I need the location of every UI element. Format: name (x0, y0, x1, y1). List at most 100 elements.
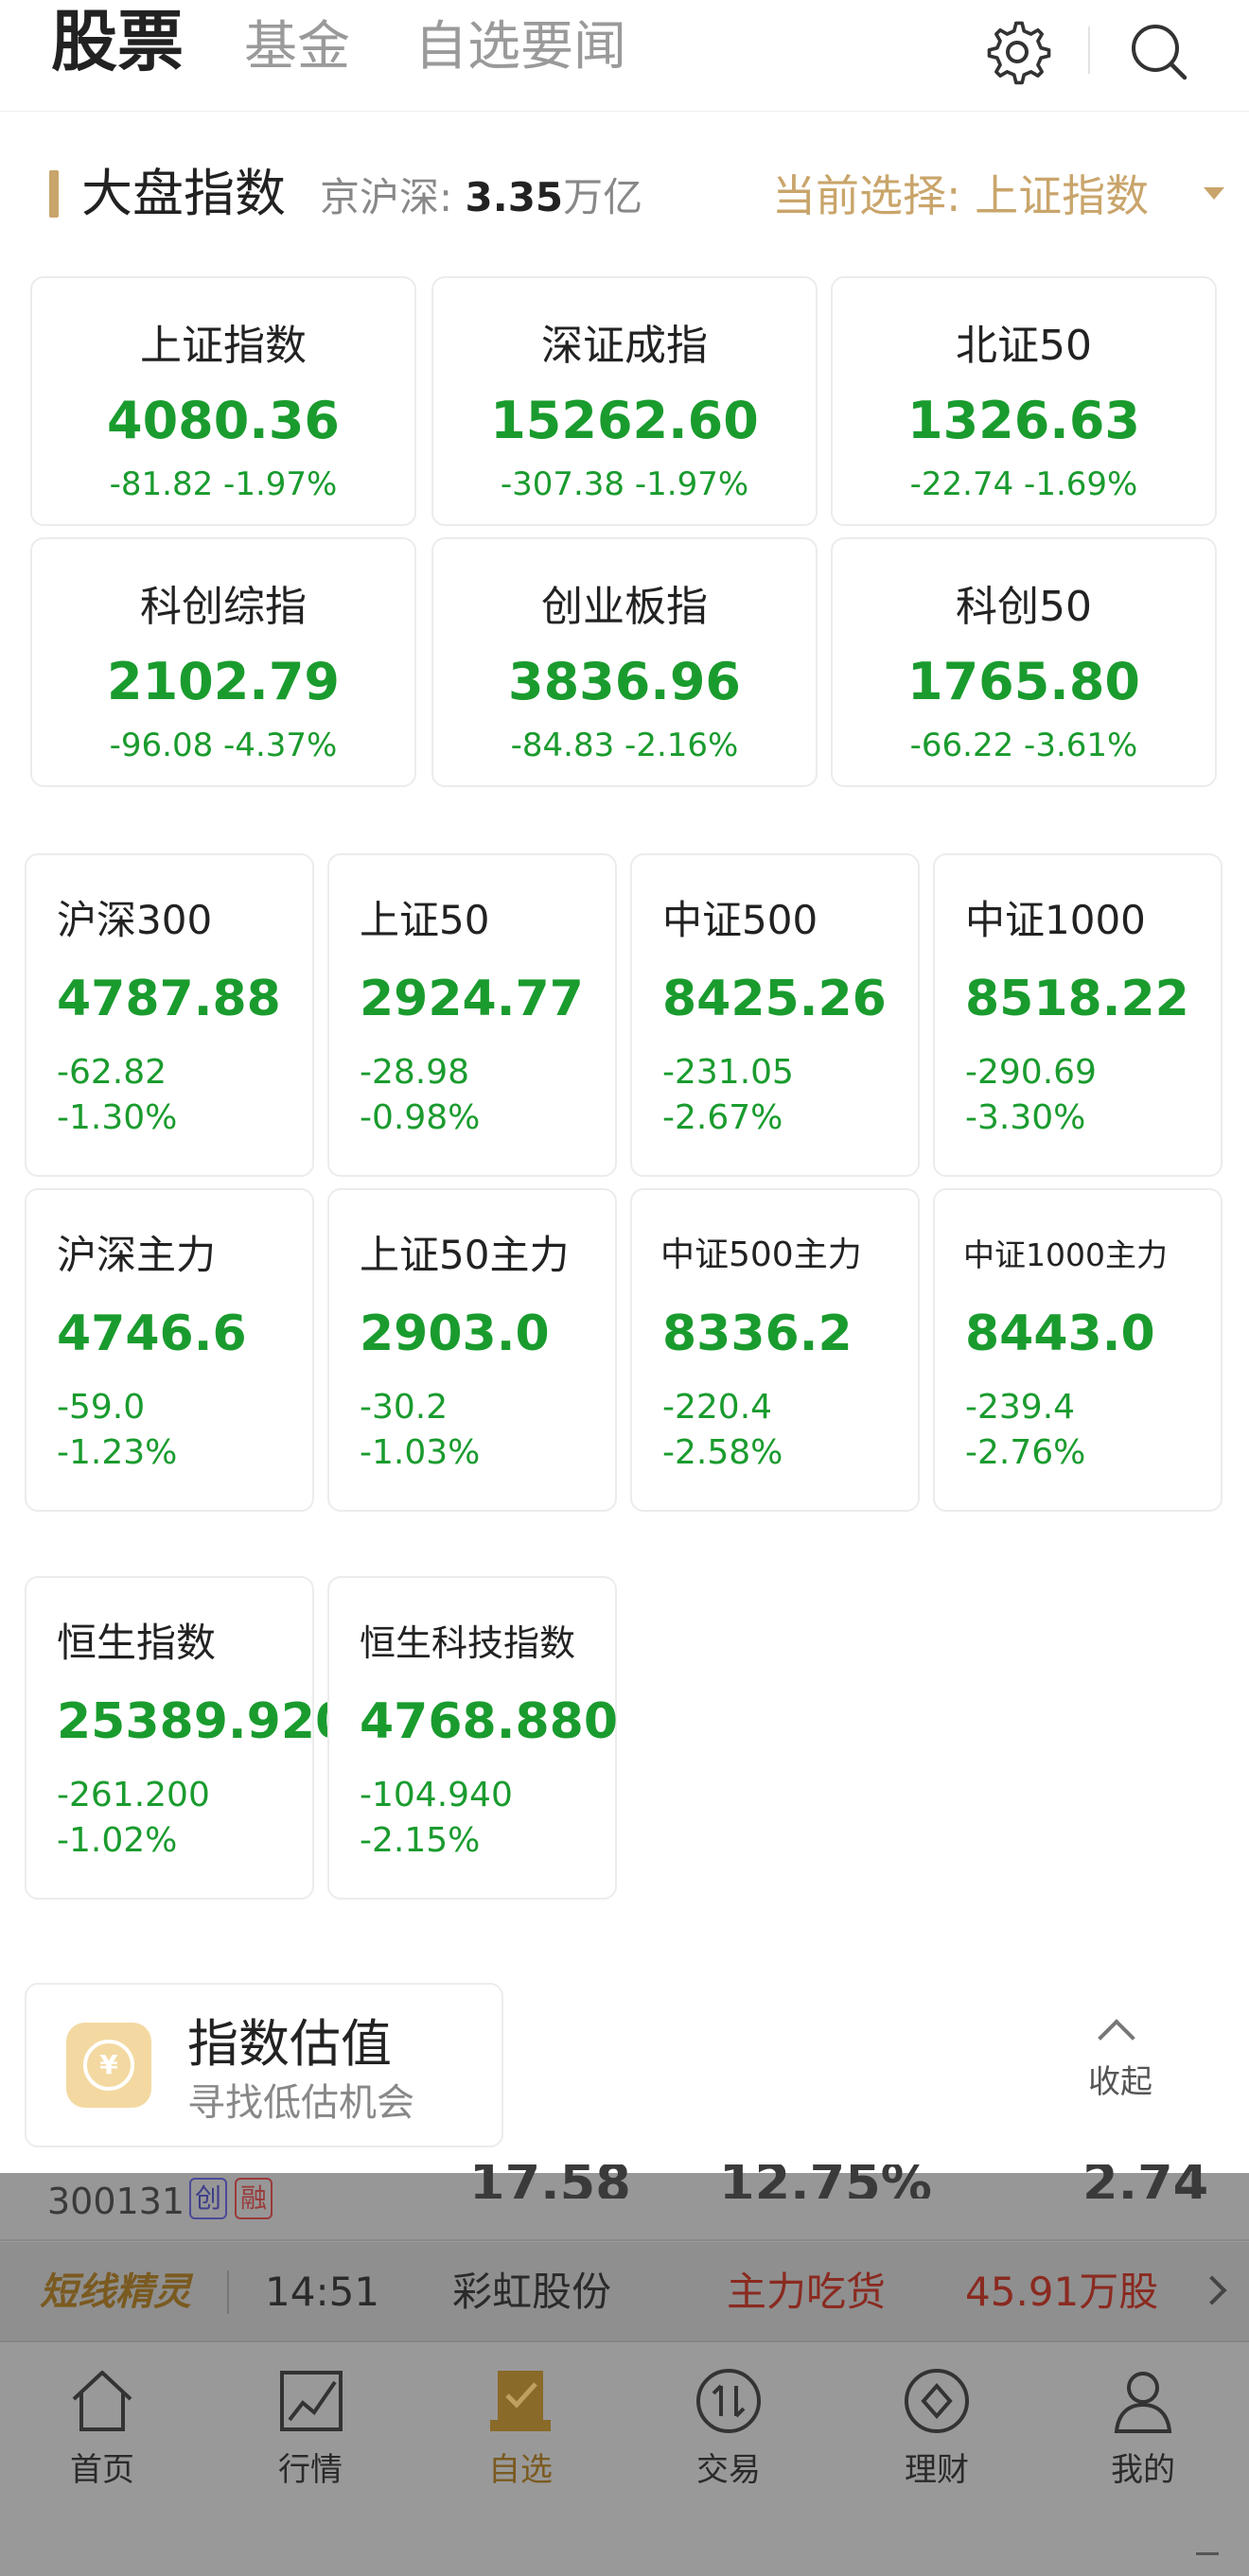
stock-price-partial: 17.58 (469, 2164, 631, 2199)
index-price: 4768.880 (360, 1693, 619, 1750)
index-card-large[interactable]: 深证成指 15262.60 -307.38 -1.97% (431, 276, 818, 526)
index-name: 上证指数 (140, 322, 307, 370)
index-change: -81.82 -1.97% (109, 465, 338, 503)
valuation-title: 指数估值 (187, 2014, 392, 2074)
ticker-time: 14:51 (265, 2269, 380, 2315)
index-change-percent: -1.02% (57, 1821, 178, 1860)
index-change: -30.2 (360, 1388, 449, 1427)
nav-market[interactable]: 行情 (225, 2365, 396, 2507)
margin-tag: 融 (235, 2178, 273, 2219)
search-icon[interactable] (1124, 17, 1194, 87)
collapse-button[interactable]: 收起 (1069, 2019, 1171, 2112)
tab-fund[interactable]: 基金 (244, 11, 350, 83)
index-change-percent: -0.98% (360, 1098, 481, 1137)
index-card-large[interactable]: 上证指数 4080.36 -81.82 -1.97% (30, 276, 416, 526)
index-card[interactable]: 恒生指数 25389.920 -261.200 -1.02% (25, 1576, 349, 1900)
index-change-percent: -2.15% (360, 1821, 481, 1860)
nav-label: 理财 (905, 2451, 969, 2489)
index-card[interactable]: 中证500 8425.26 -231.05 -2.67% (630, 853, 920, 1177)
index-change: -307.38 -1.97% (500, 465, 749, 503)
index-card[interactable]: 中证1000主力 8443.0 -239.4 -2.76% (933, 1188, 1223, 1512)
index-change: -239.4 (965, 1388, 1076, 1427)
index-change-percent: -1.23% (57, 1433, 178, 1472)
index-card[interactable]: 中证500主力 8336.2 -220.4 -2.58% (630, 1188, 920, 1512)
index-price: 1765.80 (907, 652, 1140, 711)
index-change-percent: -1.30% (57, 1098, 178, 1137)
index-card-large[interactable]: 科创50 1765.80 -66.22 -3.61% (831, 537, 1217, 787)
tab-stock[interactable]: 股票 (51, 6, 184, 78)
index-price: 4787.88 (57, 971, 281, 1027)
index-card-large[interactable]: 创业板指 3836.96 -84.83 -2.16% (431, 537, 818, 787)
index-change-percent: -2.67% (662, 1098, 783, 1137)
index-card[interactable]: 中证1000 8518.22 -290.69 -3.30% (933, 853, 1223, 1177)
nav-trade[interactable]: 交易 (643, 2365, 814, 2507)
index-change: -66.22 -3.61% (909, 727, 1138, 764)
index-price: 15262.60 (490, 391, 759, 450)
index-card[interactable]: 上证50主力 2903.0 -30.2 -1.03% (327, 1188, 617, 1512)
index-change: -22.74 -1.69% (909, 465, 1138, 503)
index-name: 科创综指 (140, 583, 307, 631)
chart-icon (280, 2371, 343, 2431)
index-change: -84.83 -2.16% (510, 727, 739, 764)
nav-profile[interactable]: 我的 (1058, 2365, 1228, 2507)
index-price: 4080.36 (107, 391, 340, 450)
gear-icon[interactable] (982, 17, 1052, 87)
wealth-icon (905, 2369, 969, 2433)
index-change: -104.940 (360, 1776, 513, 1814)
stock-change-partial: 12.75% (719, 2164, 932, 2199)
index-change: -220.4 (662, 1388, 773, 1427)
market-turnover: 京沪深: 3.35万亿 (320, 174, 643, 220)
index-card[interactable]: 沪深300 4787.88 -62.82 -1.30% (25, 853, 314, 1177)
index-price: 1326.63 (907, 391, 1140, 450)
index-name: 深证成指 (541, 322, 708, 370)
section-title: 大盘指数 (81, 164, 286, 223)
index-change: -59.0 (57, 1388, 146, 1427)
nav-wealth[interactable]: 理财 (852, 2365, 1022, 2507)
index-change: -290.69 (965, 1053, 1097, 1092)
index-price: 8336.2 (662, 1306, 853, 1362)
index-name: 北证50 (956, 322, 1092, 370)
dropdown-caret-icon[interactable] (1204, 187, 1224, 200)
index-name: 创业板指 (541, 583, 708, 631)
index-change: -62.82 (57, 1053, 167, 1092)
top-tab-bar: 股票 基金 自选要闻 (0, 0, 1249, 112)
collapse-label: 收起 (1088, 2063, 1152, 2101)
gem-board-tag: 创 (189, 2178, 227, 2219)
index-price: 2924.77 (360, 971, 584, 1027)
index-name: 恒生指数 (57, 1620, 217, 1666)
index-name: 上证50主力 (360, 1232, 570, 1278)
nav-watchlist[interactable]: 自选 (435, 2365, 606, 2507)
nav-label: 首页 (70, 2451, 134, 2489)
yuan-coin-icon: ¥ (66, 2023, 151, 2108)
index-card[interactable]: 恒生科技指数 4768.880 -104.940 -2.15% (327, 1576, 619, 1900)
index-card[interactable]: 上证50 2924.77 -28.98 -0.98% (327, 853, 617, 1177)
stock-value-partial: 2.74 (1082, 2164, 1209, 2199)
index-name: 中证1000 (965, 897, 1146, 943)
nav-label: 自选 (488, 2451, 553, 2489)
index-name: 上证50 (360, 897, 490, 943)
index-price: 3836.96 (508, 652, 741, 711)
index-price: 8443.0 (965, 1306, 1155, 1362)
index-card-large[interactable]: 科创综指 2102.79 -96.08 -4.37% (30, 537, 416, 787)
index-price: 8425.26 (662, 971, 887, 1027)
current-selection-dropdown[interactable]: 当前选择: 上证指数 (772, 166, 1149, 225)
tab-watchlist-news[interactable]: 自选要闻 (414, 11, 626, 83)
nav-home[interactable]: 首页 (17, 2365, 187, 2507)
index-price: 8518.22 (965, 971, 1189, 1027)
profile-icon (1114, 2372, 1172, 2433)
trade-icon (696, 2369, 761, 2433)
valuation-subtitle: 寻找低估机会 (187, 2081, 414, 2125)
home-indicator (1196, 2552, 1219, 2555)
nav-label: 行情 (278, 2451, 343, 2489)
index-card[interactable]: 沪深主力 4746.6 -59.0 -1.23% (25, 1188, 314, 1512)
index-change-percent: -2.58% (662, 1433, 783, 1472)
index-valuation-card[interactable]: ¥ 指数估值 寻找低估机会 (25, 1983, 503, 2147)
section-accent-bar (49, 170, 59, 218)
index-name: 沪深主力 (57, 1232, 217, 1278)
index-price: 2903.0 (360, 1306, 550, 1362)
ticker-amount: 45.91万股 (965, 2269, 1159, 2315)
index-change: -96.08 -4.37% (109, 727, 338, 764)
index-card-large[interactable]: 北证50 1326.63 -22.74 -1.69% (831, 276, 1217, 526)
index-change-percent: -3.30% (965, 1098, 1086, 1137)
index-change-percent: -1.03% (360, 1433, 481, 1472)
